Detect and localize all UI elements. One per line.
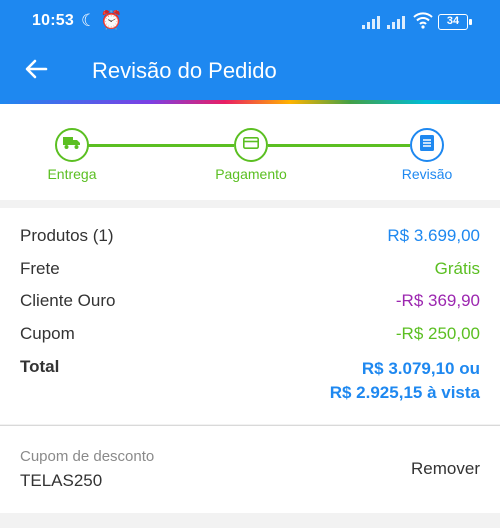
summary-value: -R$ 369,90 — [395, 291, 480, 310]
page-title: Revisão do Pedido — [92, 58, 277, 83]
summary-row-total: Total R$ 3.079,10 ou R$ 2.925,15 à vista — [20, 357, 480, 407]
truck-icon — [63, 136, 81, 155]
total-value-cash: R$ 2.925,15 à vista — [329, 383, 480, 402]
status-time: 10:53 — [32, 12, 74, 29]
total-value: R$ 3.079,10 ou R$ 2.925,15 à vista — [330, 357, 480, 405]
signal-icon — [362, 15, 382, 29]
credit-card-icon — [243, 136, 259, 154]
status-bar: 10:53 ☾ ⏰ 34 — [0, 0, 500, 44]
summary-row-cupom: Cupom -R$ 250,00 — [20, 324, 480, 348]
back-arrow-icon[interactable] — [22, 55, 50, 83]
coupon-code: TELAS250 — [20, 471, 103, 490]
summary-value: Grátis — [434, 259, 480, 278]
battery-icon: 34 — [438, 14, 472, 30]
summary-label: Produtos (1) — [20, 226, 114, 245]
app-bar: Revisão do Pedido — [0, 44, 500, 100]
summary-value: -R$ 250,00 — [395, 324, 480, 343]
top-bar: 10:53 ☾ ⏰ 34 Revisão do Pedido — [0, 0, 500, 104]
total-label: Total — [20, 357, 60, 376]
step-revisao[interactable] — [410, 128, 444, 162]
alarm-icon: ⏰ — [100, 10, 123, 30]
summary-row-frete: Frete Grátis — [20, 259, 480, 283]
coupon-section: Cupom de desconto TELAS250 Remover — [0, 425, 500, 513]
step-pagamento-label: Pagamento — [215, 166, 287, 182]
list-icon — [420, 134, 434, 156]
order-summary: Produtos (1) R$ 3.699,00 Frete Grátis Cl… — [0, 208, 500, 424]
summary-row-produtos: Produtos (1) R$ 3.699,00 — [20, 226, 480, 250]
coupon-label: Cupom de desconto — [20, 448, 155, 465]
wifi-icon — [413, 11, 433, 34]
summary-value: R$ 3.699,00 — [387, 226, 480, 245]
summary-label: Cupom — [20, 324, 75, 343]
checkout-stepper: Entrega Pagamento Revisão — [0, 104, 500, 200]
summary-label: Frete — [20, 259, 60, 278]
step-revisao-label: Revisão — [401, 166, 453, 182]
summary-label: Cliente Ouro — [20, 291, 116, 310]
step-entrega[interactable] — [55, 128, 89, 162]
moon-icon: ☾ — [81, 11, 97, 30]
remove-coupon-button[interactable]: Remover — [411, 459, 480, 479]
step-pagamento[interactable] — [234, 128, 268, 162]
signal-icon — [387, 15, 407, 29]
step-connector — [86, 144, 234, 147]
total-value-installments: R$ 3.079,10 ou — [361, 359, 480, 378]
summary-row-cliente-ouro: Cliente Ouro -R$ 369,90 — [20, 291, 480, 315]
step-connector — [268, 144, 410, 147]
step-entrega-label: Entrega — [47, 166, 97, 182]
